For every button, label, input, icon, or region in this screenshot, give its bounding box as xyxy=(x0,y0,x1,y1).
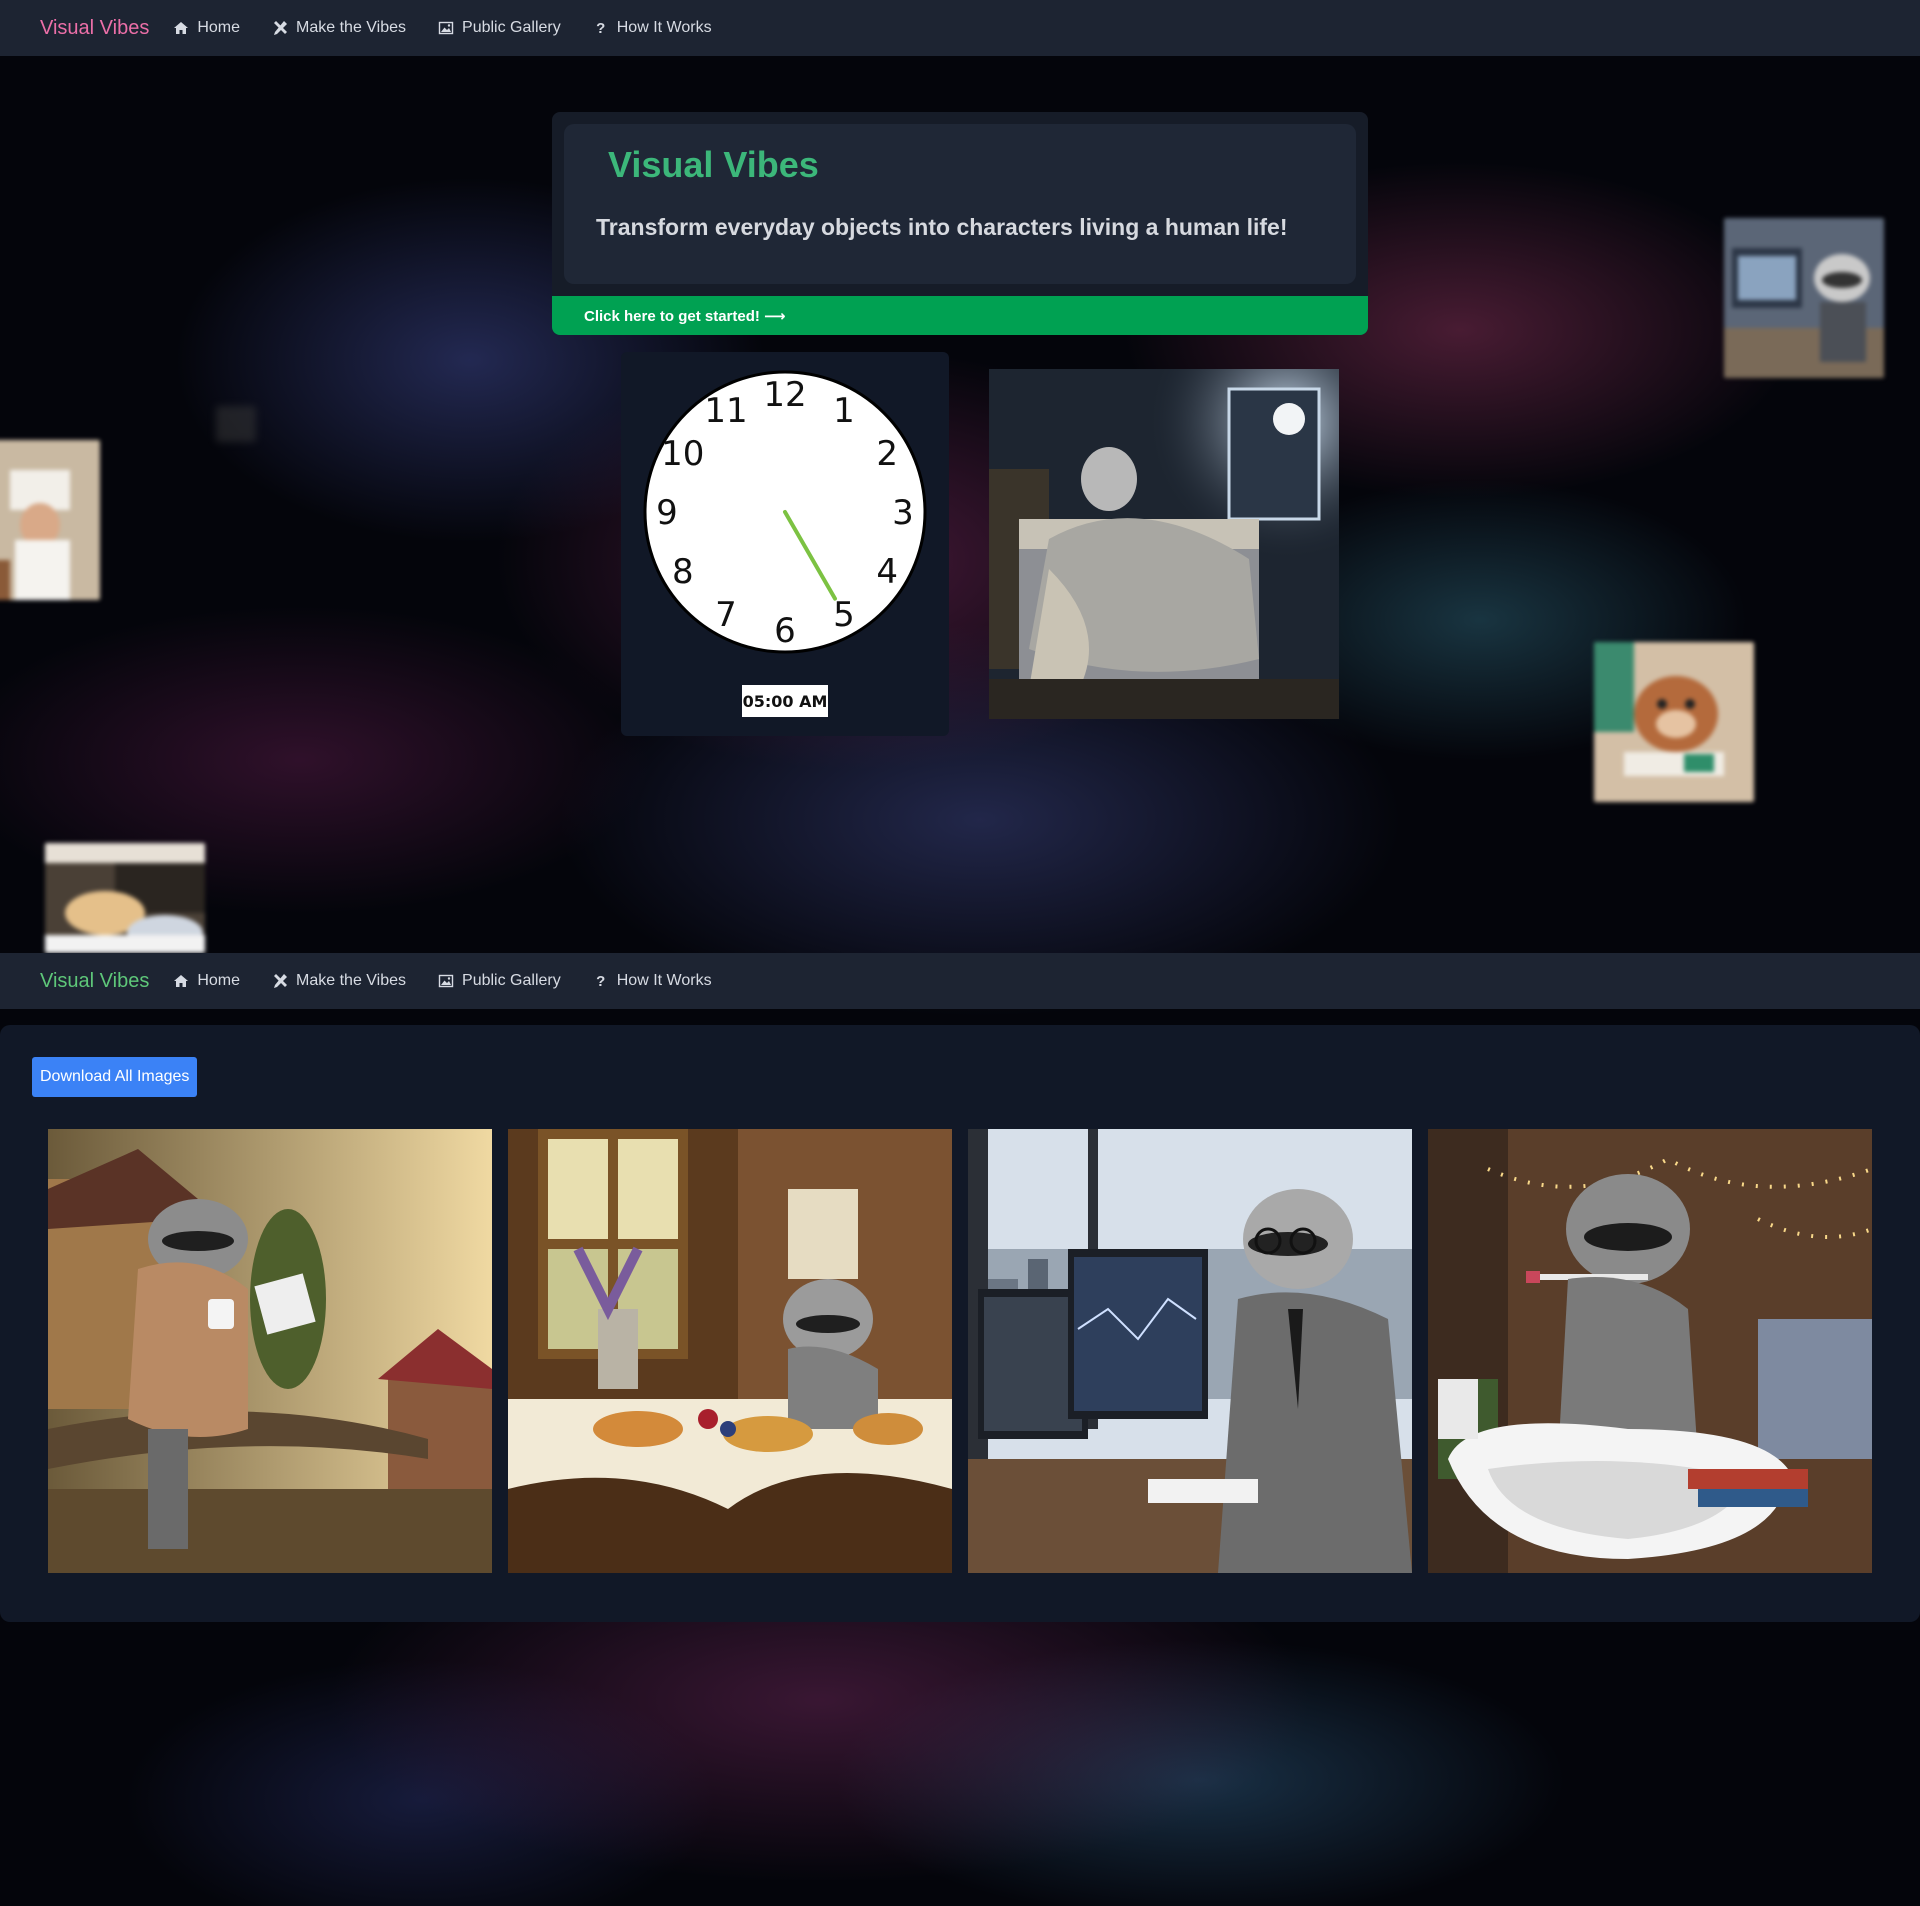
gallery-image-raccoon-trader[interactable] xyxy=(968,1129,1412,1573)
gallery-image-raccoon-tree-coffee[interactable] xyxy=(48,1129,492,1573)
nav-item-label: Make the Vibes xyxy=(296,972,407,989)
clock-number: 10 xyxy=(661,434,704,474)
statue-sleeping-image xyxy=(989,369,1339,719)
analog-clock: 12 12 3 45678 9 1011 xyxy=(643,370,927,654)
tools-icon xyxy=(272,973,288,989)
nav-item-label: Home xyxy=(197,972,241,989)
home-icon xyxy=(173,20,189,36)
tools-icon xyxy=(272,20,288,36)
floating-thumbnail-raccoon-office xyxy=(1724,218,1884,378)
hero-card: Visual Vibes Transform everyday objects … xyxy=(552,112,1368,335)
nav-item-home[interactable]: Home xyxy=(173,19,240,37)
clock-number: 2 xyxy=(876,434,898,474)
floating-thumbnail-hamster xyxy=(1594,642,1754,802)
floating-thumbnail-sleeping-dog xyxy=(45,843,205,953)
hero-header: Visual Vibes Transform everyday objects … xyxy=(564,124,1356,284)
question-icon: ? xyxy=(596,19,606,37)
hero-title: Visual Vibes xyxy=(608,144,819,185)
clock-number: 3 xyxy=(892,493,914,533)
nav-item-make[interactable]: Make the Vibes xyxy=(272,19,406,37)
nav-item-gallery[interactable]: Public Gallery xyxy=(438,19,561,37)
top-navbar: Visual Vibes Home Make the Vibes Public … xyxy=(0,0,1920,56)
question-icon: ? xyxy=(596,972,606,990)
nav-item-how[interactable]: ? How It Works xyxy=(593,19,712,37)
image-icon xyxy=(438,973,454,989)
clock-panel: 12 1 2 3 4 5 6 7 8 9 10 11 05:00 AM xyxy=(621,352,949,736)
brand-logo[interactable]: Visual Vibes xyxy=(40,17,149,40)
download-all-button[interactable]: Download All Images xyxy=(32,1057,198,1097)
nav-item-label: Public Gallery xyxy=(462,972,561,989)
nav-item-home[interactable]: Home xyxy=(173,972,240,990)
get-started-button[interactable]: Click here to get started! ⟶ xyxy=(552,296,1368,335)
generated-gallery-panel: Download All Images xyxy=(0,1025,1920,1622)
nav-item-label: How It Works xyxy=(616,972,712,989)
nav-item-label: Make the Vibes xyxy=(296,19,407,36)
nav-item-how[interactable]: ? How It Works xyxy=(593,972,712,990)
clock-number: 8 xyxy=(672,552,694,592)
nav-item-label: How It Works xyxy=(616,19,712,36)
floating-thumbnail-dim xyxy=(216,406,256,442)
nav-item-label: Home xyxy=(197,19,241,36)
clock-number: 7 xyxy=(715,595,737,635)
clock-number: 12 xyxy=(763,375,806,415)
nav-item-gallery[interactable]: Public Gallery xyxy=(438,972,561,990)
nav-item-make[interactable]: Make the Vibes xyxy=(272,972,406,990)
clock-number: 6 xyxy=(774,611,796,651)
nav-item-label: Public Gallery xyxy=(462,19,561,36)
clock-number: 11 xyxy=(704,391,747,431)
image-icon xyxy=(438,20,454,36)
clock-number: 9 xyxy=(656,493,678,533)
clock-number: 1 xyxy=(833,391,855,431)
hero-subtitle: Transform everyday objects into characte… xyxy=(596,214,1288,240)
home-icon xyxy=(173,973,189,989)
time-readout: 05:00 AM xyxy=(742,685,828,717)
bottom-navbar: Visual Vibes Home Make the Vibes Public … xyxy=(0,953,1920,1009)
clock-number: 4 xyxy=(876,552,898,592)
floating-thumbnail-chef xyxy=(0,440,100,600)
clock-number: 5 xyxy=(833,595,855,635)
gallery-image-raccoon-brushing-teeth[interactable] xyxy=(1428,1129,1872,1573)
brand-logo[interactable]: Visual Vibes xyxy=(40,970,149,993)
gallery-image-raccoon-breakfast[interactable] xyxy=(508,1129,952,1573)
